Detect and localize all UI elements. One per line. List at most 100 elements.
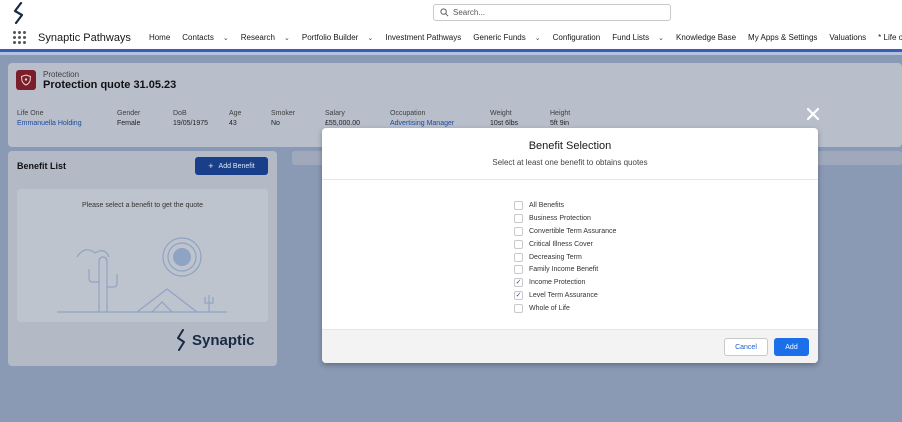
nav-item-label: Configuration xyxy=(552,33,601,42)
brand-text: Synaptic xyxy=(192,331,255,349)
nav-item[interactable]: Home xyxy=(149,33,170,42)
nav-item[interactable]: Valuations xyxy=(829,33,866,42)
checkbox[interactable] xyxy=(514,252,523,262)
field-label: Salary xyxy=(325,110,345,117)
benefit-list-title: Benefit List xyxy=(17,161,67,171)
field-label: DoB xyxy=(173,110,187,117)
nav-item-label: Home xyxy=(148,33,171,42)
cancel-button[interactable]: Cancel xyxy=(724,338,768,356)
chevron-down-icon[interactable]: ⌄ xyxy=(223,34,229,42)
nav-item-label: Fund Lists xyxy=(612,33,650,42)
chevron-down-icon[interactable]: ⌄ xyxy=(367,34,373,42)
benefit-option-label: Business Protection xyxy=(529,214,591,222)
modal-header: Benefit Selection Select at least one be… xyxy=(322,128,818,180)
search-icon xyxy=(440,8,449,17)
benefit-option-label: Whole of Life xyxy=(529,305,570,313)
field-label: Height xyxy=(550,110,571,117)
benefit-option[interactable]: Whole of Life xyxy=(514,302,616,315)
benefit-option[interactable]: Decreasing Term xyxy=(514,251,616,264)
checkbox[interactable] xyxy=(514,239,523,249)
empty-state-message: Please select a benefit to get the quote xyxy=(81,202,204,209)
nav-item[interactable]: Investment Pathways xyxy=(385,33,461,42)
record-field: Occupation Advertising Manager xyxy=(390,110,490,127)
field-value[interactable]: Emmanuella Holding xyxy=(17,120,117,127)
field-value[interactable]: Advertising Manager xyxy=(390,120,490,127)
benefit-option-label: Critical Illness Cover xyxy=(529,240,593,248)
field-value: 5ft 9in xyxy=(550,120,570,127)
benefit-option-label: Family Income Benefit xyxy=(529,266,599,274)
field-label: Gender xyxy=(117,110,141,117)
field-value: No xyxy=(271,120,280,127)
nav-item-label: Generic Funds xyxy=(473,33,526,42)
add-button[interactable]: Add xyxy=(774,338,809,356)
chevron-down-icon[interactable]: ⌄ xyxy=(658,34,664,42)
nav-item[interactable]: My Apps & Settings xyxy=(748,33,817,42)
nav-item-label: Investment Pathways xyxy=(385,33,462,42)
benefit-option[interactable]: ✓ Level Term Assurance xyxy=(514,289,616,302)
chevron-down-icon[interactable]: ⌄ xyxy=(284,34,290,42)
modal-footer: Cancel Add xyxy=(322,329,818,363)
search-input[interactable] xyxy=(453,8,653,17)
checkbox[interactable] xyxy=(514,265,523,275)
benefit-selection-modal: Benefit Selection Select at least one be… xyxy=(322,128,818,363)
nav-item-label: * Life o xyxy=(878,33,902,42)
checkbox[interactable] xyxy=(514,200,523,210)
nav-item[interactable]: Research ⌄ xyxy=(241,33,290,42)
benefit-option[interactable]: Convertible Term Assurance xyxy=(514,225,616,238)
checkbox[interactable] xyxy=(514,226,523,236)
record-field: Life One Emmanuella Holding xyxy=(17,110,117,127)
field-label: Weight xyxy=(490,110,512,117)
nav-item[interactable]: Contacts ⌄ xyxy=(182,33,228,42)
checkbox-checked[interactable]: ✓ xyxy=(514,278,523,288)
record-title: Protection quote 31.05.23 xyxy=(43,79,177,91)
nav-item-label: Valuations xyxy=(829,33,867,42)
benefit-option-label: Decreasing Term xyxy=(529,253,582,261)
benefit-option-label: Convertible Term Assurance xyxy=(529,227,617,235)
benefit-list-card: Benefit List + Add Benefit Please select… xyxy=(8,151,277,366)
record-fields: Life One Emmanuella Holding Gender Female Do… xyxy=(17,110,590,127)
field-label: Age xyxy=(229,110,242,117)
nav-bar: Synaptic Pathways Home Contacts ⌄ Research ⌄… xyxy=(0,26,902,52)
synaptic-logo-icon[interactable] xyxy=(10,2,28,24)
field-value: 43 xyxy=(229,120,237,127)
benefit-option[interactable]: Family Income Benefit xyxy=(514,263,616,276)
field-value: 10st 6lbs xyxy=(490,120,519,127)
record-field: Gender Female xyxy=(117,110,173,127)
nav-item[interactable]: Knowledge Base xyxy=(676,33,736,42)
field-value: £55,000.00 xyxy=(325,120,361,127)
field-value: 19/05/1975 xyxy=(173,120,209,127)
desert-illustration-icon xyxy=(57,237,227,313)
benefit-option[interactable]: All Benefits xyxy=(514,199,616,212)
record-field: Weight 10st 6lbs xyxy=(490,110,550,127)
global-search[interactable] xyxy=(433,4,671,21)
nav-item[interactable]: Fund Lists ⌄ xyxy=(612,33,664,42)
chevron-down-icon[interactable]: ⌄ xyxy=(535,34,541,42)
record-field: DoB 19/05/1975 xyxy=(173,110,229,127)
modal-subtitle: Select at least one benefit to obtains q… xyxy=(492,158,648,167)
benefit-option[interactable]: ✓ Income Protection xyxy=(514,276,616,289)
nav-item[interactable]: Configuration xyxy=(553,33,601,42)
close-icon[interactable] xyxy=(805,106,821,122)
record-field: Height 5ft 9in xyxy=(550,110,590,127)
add-benefit-button[interactable]: + Add Benefit xyxy=(195,157,268,175)
benefit-option-label: All Benefits xyxy=(529,201,565,209)
checkbox[interactable] xyxy=(514,213,523,223)
nav-item[interactable]: * Life o xyxy=(878,33,902,42)
checkbox-checked[interactable]: ✓ xyxy=(514,291,523,301)
benefit-option[interactable]: Business Protection xyxy=(514,212,616,225)
nav-item-label: Knowledge Base xyxy=(675,33,737,42)
checkbox[interactable] xyxy=(514,304,523,314)
benefit-option[interactable]: Critical Illness Cover xyxy=(514,238,616,251)
app-launcher-icon[interactable] xyxy=(13,30,26,45)
plus-icon: + xyxy=(208,161,214,171)
app-name: Synaptic Pathways xyxy=(38,31,131,44)
benefit-option-label: Level Term Assurance xyxy=(529,292,598,300)
nav-item-label: Research xyxy=(240,33,275,42)
nav-item[interactable]: Generic Funds ⌄ xyxy=(473,33,540,42)
nav-item-label: Portfolio Builder xyxy=(301,33,359,42)
field-value: Female xyxy=(117,120,141,127)
synaptic-logo-icon xyxy=(177,329,185,351)
modal-title: Benefit Selection xyxy=(528,140,612,152)
nav-item[interactable]: Portfolio Builder ⌄ xyxy=(302,33,373,42)
benefit-option-label: Income Protection xyxy=(529,279,586,287)
